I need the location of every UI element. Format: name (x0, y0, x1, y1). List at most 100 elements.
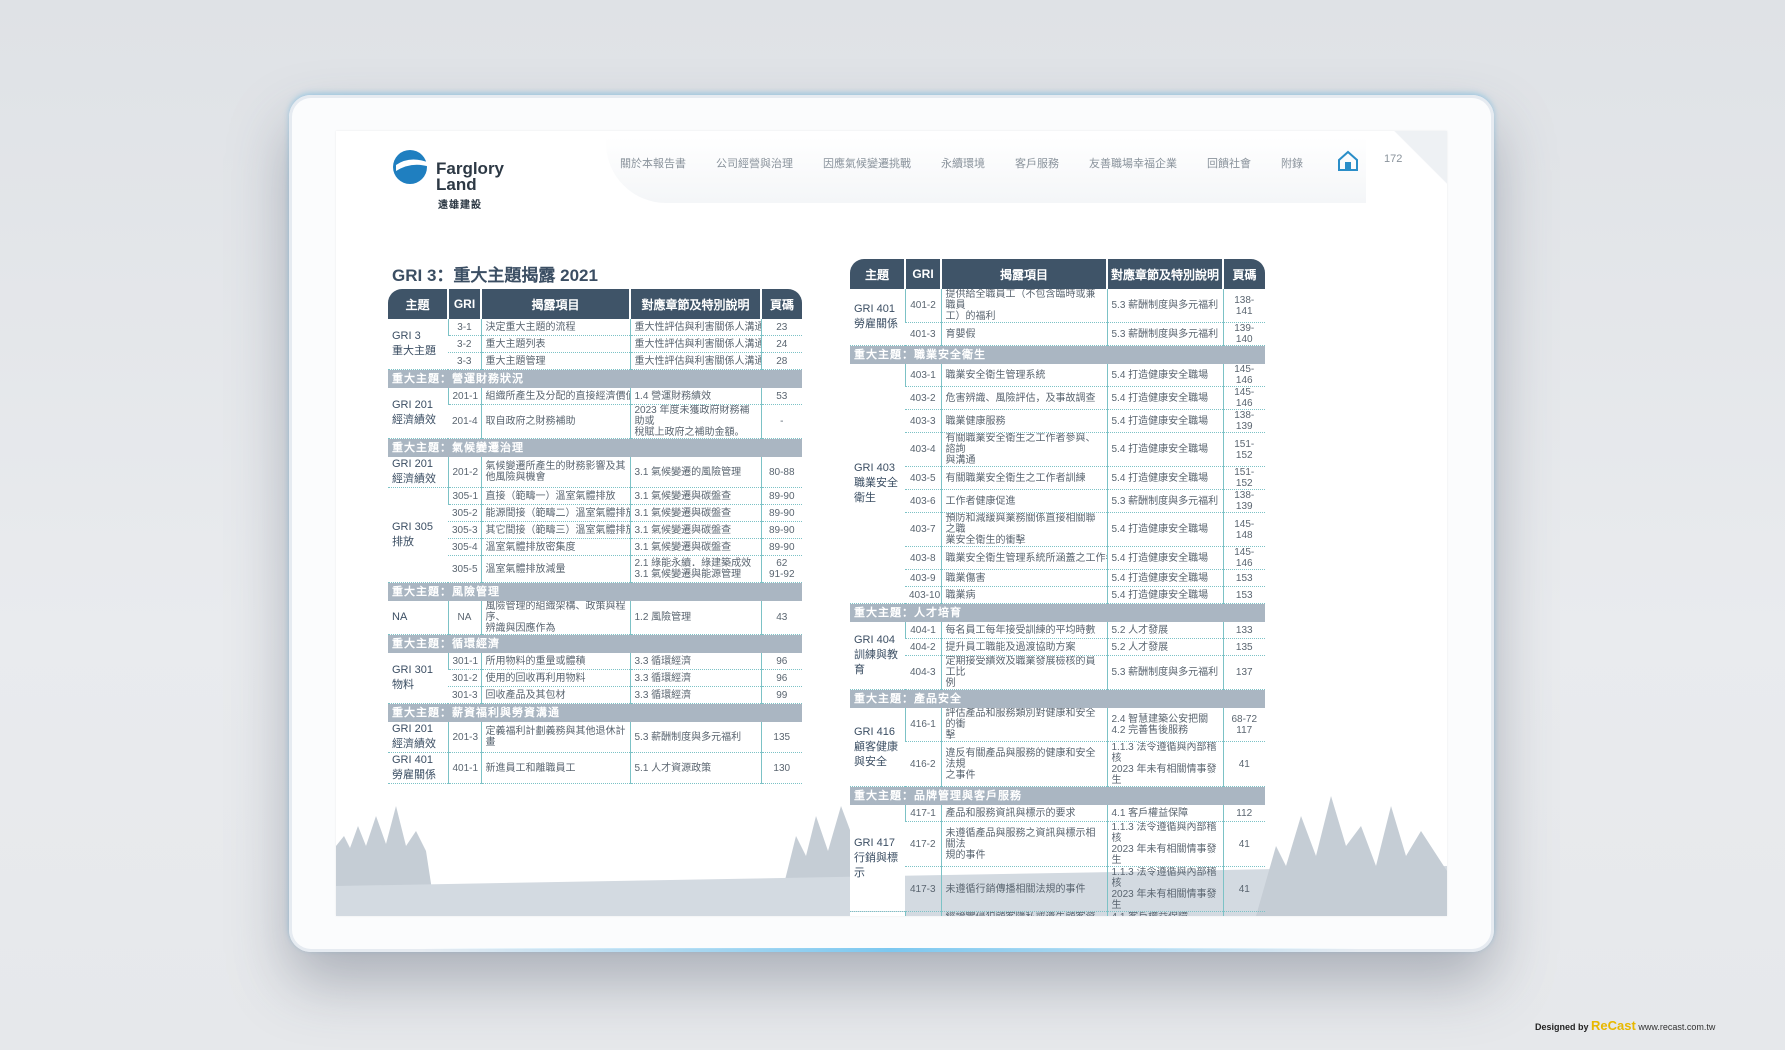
gri-code-cell: 403-8 (905, 546, 941, 570)
logo-wordmark: Farglory Land (436, 160, 504, 193)
page-cell: 135 (760, 722, 802, 753)
disclosure-item-cell: 直接（範疇一）溫室氣體排放 (480, 487, 630, 505)
topic-band-row: 重大主題：品牌管理與客戶服務 (850, 786, 1265, 805)
section-cell: 5.1 人才資源政策 (629, 752, 761, 784)
disclosure-item-cell: 取自政府之財務補助 (480, 404, 630, 439)
col-header-topic: 主題 (388, 289, 448, 319)
disclosure-item-cell: 定期接受績效及職業發展檢核的員工比例 (940, 655, 1107, 690)
page-cell: 145-146 (1222, 364, 1265, 387)
section-cell: 3.3 循環經濟 (629, 653, 761, 670)
col-header-section: 對應章節及特別說明 (629, 289, 761, 319)
disclosure-item-cell: 新進員工和離職員工 (480, 752, 630, 784)
section-cell: 3.3 循環經濟 (629, 669, 761, 687)
nav-item-appendix[interactable]: 附錄 (1281, 155, 1303, 171)
table-row: 3-3 重大主題管理 重大性評估與利害關係人溝通 28 (388, 352, 802, 370)
topic-cell: GRI 201 經濟績效 (388, 722, 448, 753)
table-row: 305-2 能源間接（範疇二）溫室氣體排放 3.1 氣候變遷與碳盤查 89-90 (388, 504, 802, 522)
gri-code-cell: 3-2 (448, 335, 481, 353)
topic-band-label: 重大主題：營運財務狀況 (388, 369, 802, 388)
section-cell: 5.4 打造健康安全職場 (1106, 569, 1223, 587)
nav-item-about[interactable]: 關於本報告書 (620, 155, 686, 171)
disclosure-item-cell: 評估產品和服務類別對健康和安全的衝擊 (940, 708, 1107, 742)
nav-item-governance[interactable]: 公司經營與治理 (716, 155, 793, 171)
page-cell: 138-141 (1222, 289, 1265, 323)
topic-band-label: 重大主題：職業安全衛生 (850, 345, 1265, 364)
page-cell: 137 (1222, 655, 1265, 690)
section-cell: 3.1 氣候變遷與碳盤查 (629, 504, 761, 522)
table-row: GRI 404 訓練與教育 404-1 每名員工每年接受訓練的平均時數 5.2 人才發展… (850, 622, 1265, 690)
section-cell: 1.4 營運財務績效 (629, 388, 761, 405)
topic-band-label: 重大主題：氣候變遷治理 (388, 438, 802, 457)
table-row: GRI 301 物料 301-1 所用物料的重量或體積 3.3 循環經濟 96 (388, 653, 802, 704)
gri-code-cell: 301-2 (448, 669, 481, 687)
page-cell: 41 (1222, 741, 1265, 787)
gri-code-cell: 403-4 (905, 432, 941, 467)
section-cell: 5.2 人才發展 (1106, 622, 1223, 639)
page-cell: 151-152 (1222, 466, 1265, 490)
table-row: GRI 401 勞雇關係 401-1 新進員工和離職員工 5.1 人才資源政策 130 (388, 752, 802, 784)
table-row: GRI 201 經濟績效 201-3 定義福利計劃義務與其他退休計畫 5.3 薪酬制度與… (388, 722, 802, 753)
table-row: GRI 3 重大主題 3-1 決定重大主題的流程 重大性評估與利害關係人溝通 23 (388, 319, 802, 370)
nav-item-customer[interactable]: 客戶服務 (1015, 155, 1059, 171)
gri-code-cell: 404-1 (904, 622, 941, 639)
gri-code-cell: 404-2 (905, 638, 941, 656)
page-cell: 130 (760, 752, 802, 784)
page-cell: 89-90 (760, 504, 802, 522)
page-cell: 28 (760, 352, 802, 370)
gri-code-cell: 403-7 (905, 512, 941, 547)
table-row: GRI 418顧客隱私418-1經證實侵犯顧客隱私或遺失顧客資料的投訴4.1 客… (850, 911, 1265, 916)
page-cell: 153 (1222, 586, 1265, 604)
home-icon[interactable] (1337, 150, 1359, 172)
section-cell: 5.4 打造健康安全職場 (1106, 466, 1223, 490)
nav-item-society[interactable]: 回饋社會 (1207, 155, 1251, 171)
disclosure-item-cell: 其它間接（範疇三）溫室氣體排放 (480, 521, 630, 539)
table-row: 416-2 違反有關產品與服務的健康和安全法規 之事件 1.1.3 法令遵循與內部稽核… (850, 741, 1265, 787)
col-header-page: 頁碼 (760, 289, 802, 319)
section-cell: 5.3 薪酬制度與多元福利 (1106, 489, 1223, 513)
gri-code-cell: 305-3 (448, 521, 481, 539)
page-cell: 135 (1222, 638, 1265, 656)
page-number: 172 (1384, 153, 1403, 165)
table-row: 201-4 取自政府之財務補助 2023 年度未獲政府財務補助或 稅賦上政府之補助金額… (388, 404, 802, 439)
disclosure-item-cell: 風險管理的組織架構、政策與程序、 辨識與因應作為 (480, 601, 630, 635)
gri-code-cell: 401-1 (447, 752, 481, 784)
gri-table-left: 主題 GRI 揭露項目 對應章節及特別說明 頁碼 GRI 3 重大主題 3-1 決定重… (388, 289, 802, 784)
table-row: 417-3 未遵循行銷傳播相關法規的事件 1.1.3 法令遵循與內部稽核 2023 年… (850, 866, 1265, 912)
topic-cell: GRI 417 行銷與標示 (850, 805, 905, 912)
section-cell: 5.4 打造健康安全職場 (1106, 409, 1223, 433)
page-cell: 43 (760, 601, 802, 635)
topic-band-label: 重大主題：風險管理 (388, 582, 802, 601)
table-row: 3-2 重大主題列表 重大性評估與利害關係人溝通 24 (388, 335, 802, 353)
gri-code-cell: 3-1 (447, 319, 481, 336)
topic-cell: NA (388, 601, 448, 635)
credit-url[interactable]: www.recast.com.tw (1638, 1022, 1715, 1032)
disclosure-item-cell: 有關職業安全衛生之工作者參與、諮詢 與溝通 (940, 432, 1107, 467)
credit-prefix: Designed by (1535, 1022, 1589, 1032)
page-cell: 112 (1222, 805, 1265, 822)
page-cell: 24 (760, 335, 802, 353)
section-cell: 3.1 氣候變遷的風險管理 (629, 457, 761, 488)
section-cell: 3.3 循環經濟 (629, 686, 761, 704)
table-row: 403-4 有關職業安全衛生之工作者參與、諮詢 與溝通 5.4 打造健康安全職場 151… (850, 432, 1265, 467)
gri-code-cell: 416-1 (904, 708, 941, 742)
table-row: GRI 403 職業安全衛生 403-1 職業安全衛生管理系統 5.4 打造健康安全職場… (850, 364, 1265, 604)
page-cell: - (760, 404, 802, 439)
gri-code-cell: NA (447, 601, 481, 635)
col-header-item: 揭露項目 (480, 289, 630, 319)
page-cell: 23 (760, 319, 802, 336)
page-cell: 89-90 (760, 538, 802, 556)
section-cell: 2.4 智慧建築公安把關 4.2 完善售後服務 (1106, 708, 1223, 742)
topic-band-row: 重大主題：氣候變遷治理 (388, 438, 802, 457)
section-cell: 1.1.3 法令遵循與內部稽核 2023 年未有相關情事發生 (1106, 866, 1223, 912)
nav-item-environment[interactable]: 永續環境 (941, 155, 985, 171)
section-cell: 1.2 風險管理 (629, 601, 761, 635)
page-cell: 145-146 (1222, 386, 1265, 410)
section-cell: 5.2 人才發展 (1106, 638, 1223, 656)
topic-band-label: 重大主題：品牌管理與客戶服務 (850, 786, 1265, 805)
nav-item-workplace[interactable]: 友善職場幸福企業 (1089, 155, 1177, 171)
section-cell: 5.4 打造健康安全職場 (1106, 364, 1223, 387)
disclosure-item-cell: 重大主題列表 (480, 335, 630, 353)
nav-item-climate[interactable]: 因應氣候變遷挑戰 (823, 155, 911, 171)
credit-brand[interactable]: ReCast (1591, 1018, 1636, 1033)
topic-band-row: 重大主題：營運財務狀況 (388, 369, 802, 388)
